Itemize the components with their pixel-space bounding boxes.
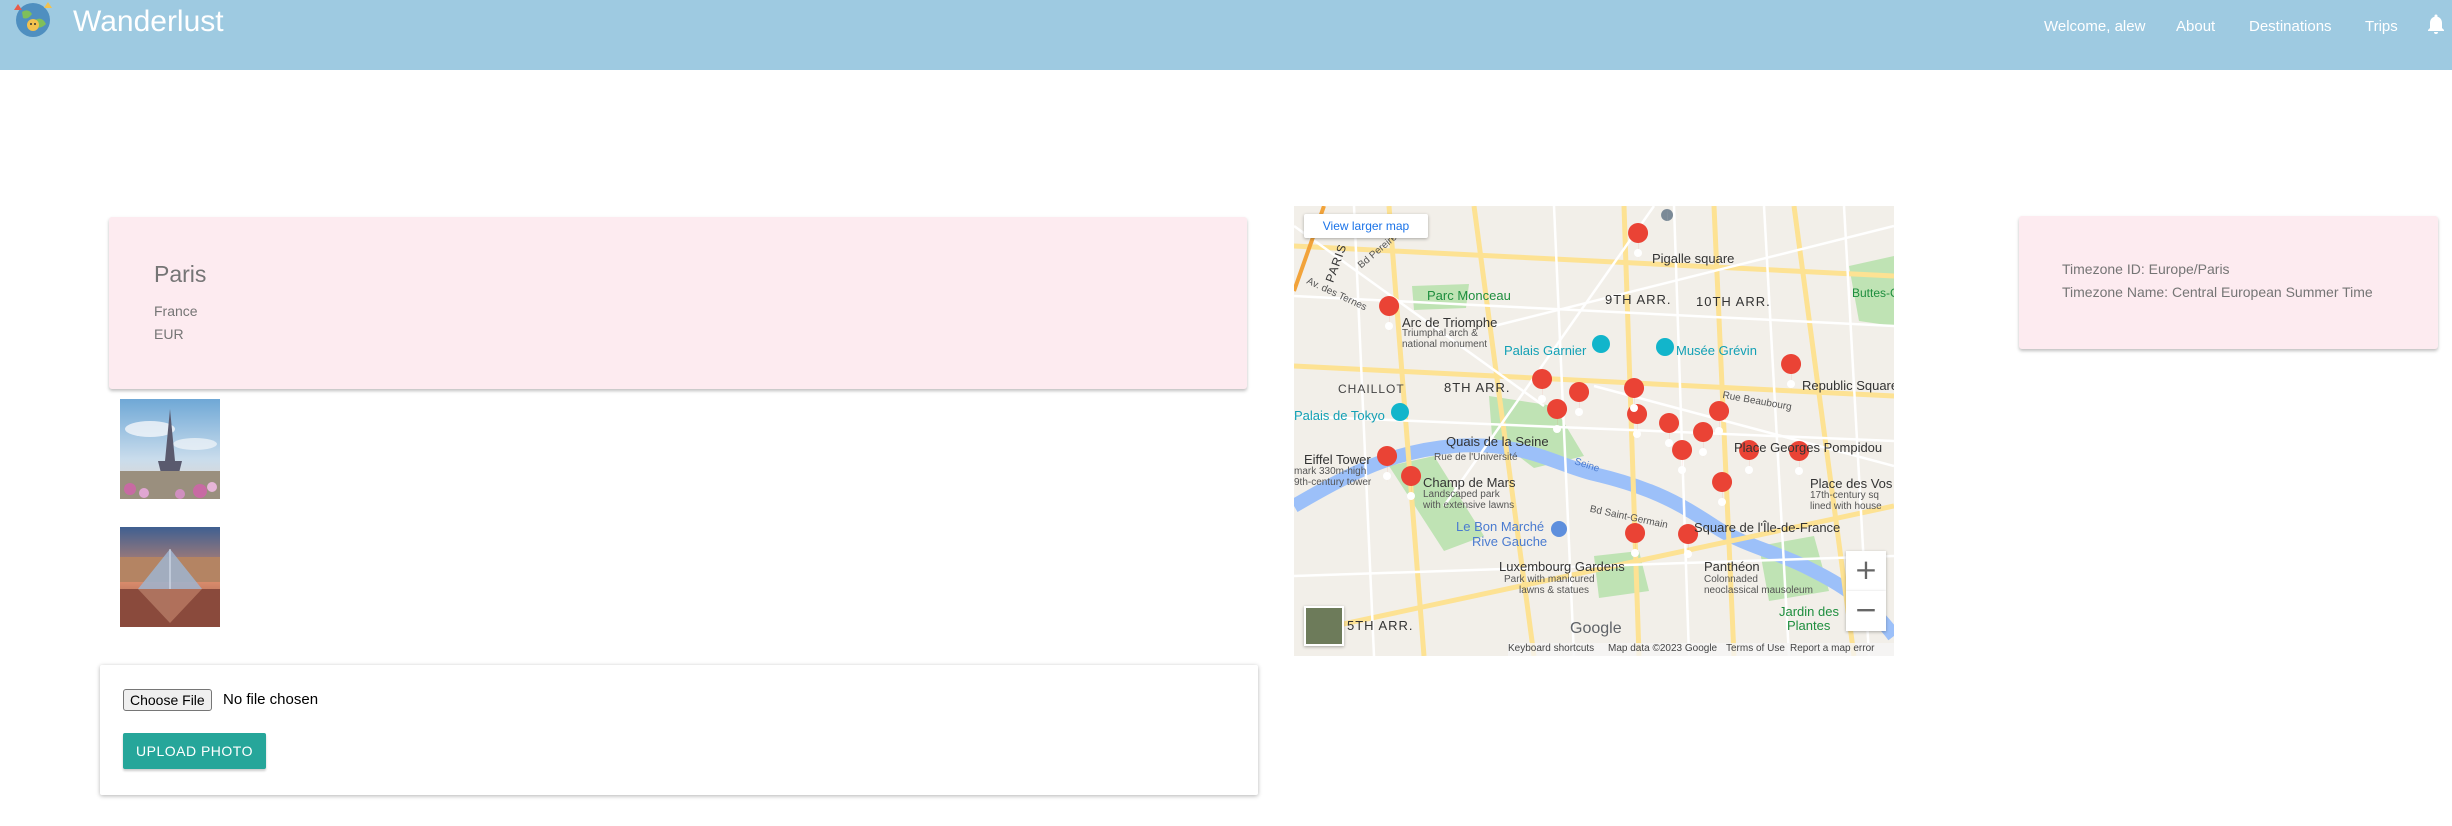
nav-trips[interactable]: Trips (2365, 18, 2398, 35)
map-label-pantheon: Panthéon (1704, 559, 1760, 574)
map-label-champ-de-mars: Champ de Mars (1423, 475, 1516, 490)
map-label-pompidou: Place Georges Pompidou (1734, 440, 1883, 455)
city-name: Paris (154, 261, 207, 287)
nav-welcome[interactable]: Welcome, alew (2044, 18, 2145, 35)
nav-about[interactable]: About (2176, 18, 2215, 35)
timezone-name: Timezone Name: Central European Summer T… (2062, 284, 2373, 300)
timezone-id: Timezone ID: Europe/Paris (2062, 261, 2230, 277)
map-label-lux-desc-1: Park with manicured (1504, 574, 1595, 585)
nav-destinations[interactable]: Destinations (2249, 18, 2332, 35)
google-logo: Google (1570, 620, 1622, 637)
photo-louvre-pyramid[interactable] (120, 527, 220, 627)
map-label-champ-desc-1: Landscaped park (1423, 489, 1500, 500)
map-label-jardin-2: Plantes (1787, 618, 1831, 633)
city-card: Paris France EUR (109, 217, 1247, 389)
wanderlust-logo-icon[interactable] (8, 0, 58, 42)
report-map-error-link[interactable]: Report a map error (1790, 643, 1874, 654)
map-data-text: Map data ©2023 Google (1608, 643, 1718, 654)
map-label-bon-marche-2: Rive Gauche (1472, 534, 1548, 549)
map-label-vosges-desc-2: lined with house (1810, 501, 1882, 512)
map-label-eiffel: Eiffel Tower (1304, 452, 1371, 467)
map-label-chaillot: CHAILLOT (1338, 382, 1405, 396)
map-label-eiffel-desc-1: mark 330m-high (1294, 466, 1367, 477)
satellite-layer-toggle[interactable] (1304, 606, 1344, 646)
map-label-8th-arr: 8TH ARR. (1444, 380, 1511, 395)
map-label-luxembourg: Luxembourg Gardens (1499, 559, 1625, 574)
map-label-quais: Quais de la Seine (1446, 434, 1549, 449)
map-label-parc-monceau: Parc Monceau (1427, 288, 1511, 303)
map-label-bon-marche-1: Le Bon Marché (1456, 519, 1545, 534)
upload-photo-button[interactable]: UPLOAD PHOTO (123, 733, 266, 769)
map-label-eiffel-desc-2: 9th-century tower (1294, 477, 1372, 488)
map-label-buttes: Buttes-C (1852, 286, 1894, 300)
map-label-jardin-1: Jardin des (1779, 604, 1839, 619)
terms-of-use-link[interactable]: Terms of Use (1726, 643, 1785, 654)
file-status-text: No file chosen (223, 691, 319, 708)
map-label-palais-garnier: Palais Garnier (1504, 343, 1587, 358)
google-map[interactable]: Pigalle square 9TH ARR. 10TH ARR. Parc M… (1294, 206, 1894, 656)
map-label-5th-arr: 5TH ARR. (1347, 618, 1414, 633)
map-label-vosges: Place des Vos (1810, 476, 1893, 491)
map-label-arc-desc-2: national monument (1402, 339, 1488, 350)
map-footer: Keyboard shortcuts Map data ©2023 Google… (1508, 643, 1894, 656)
zoom-in-button[interactable]: + (1846, 551, 1886, 591)
brand-title[interactable]: Wanderlust (73, 5, 224, 39)
choose-file-button[interactable]: Choose File (123, 689, 212, 711)
map-label-rue-universite: Rue de l'Université (1434, 452, 1518, 463)
notification-bell-icon[interactable] (2424, 12, 2448, 36)
city-country: France (154, 303, 198, 319)
map-label-pant-desc-2: neoclassical mausoleum (1704, 585, 1813, 596)
keyboard-shortcuts-link[interactable]: Keyboard shortcuts (1508, 643, 1594, 654)
map-label-lux-desc-2: lawns & statues (1519, 585, 1590, 596)
map-label-10th-arr: 10TH ARR. (1696, 294, 1771, 309)
map-label-vosges-desc-1: 17th-century sq (1810, 490, 1879, 501)
map-label-pant-desc-1: Colonnaded (1704, 574, 1758, 585)
timezone-card: Timezone ID: Europe/Paris Timezone Name:… (2019, 216, 2438, 349)
city-currency: EUR (154, 326, 184, 342)
map-label-musee-grevin: Musée Grévin (1676, 343, 1757, 358)
map-label-arc-desc-1: Triumphal arch & (1402, 328, 1478, 339)
photo-eiffel-tower[interactable] (120, 399, 220, 499)
map-label-palais-de-tokyo: Palais de Tokyo (1294, 408, 1385, 423)
view-larger-map-link[interactable]: View larger map (1304, 214, 1428, 238)
zoom-out-button[interactable]: − (1846, 591, 1886, 631)
map-label-9th-arr: 9TH ARR. (1605, 292, 1672, 307)
navbar: Wanderlust Welcome, alew About Destinati… (0, 0, 2452, 70)
map-label-pigalle: Pigalle square (1652, 251, 1735, 266)
map-label-champ-desc-2: with extensive lawns (1423, 500, 1515, 511)
map-label-ile-de-france: Square de l'Île-de-France (1694, 520, 1841, 535)
upload-card: Choose File No file chosen UPLOAD PHOTO (100, 665, 1258, 795)
map-label-republic: Republic Square (1802, 378, 1894, 393)
